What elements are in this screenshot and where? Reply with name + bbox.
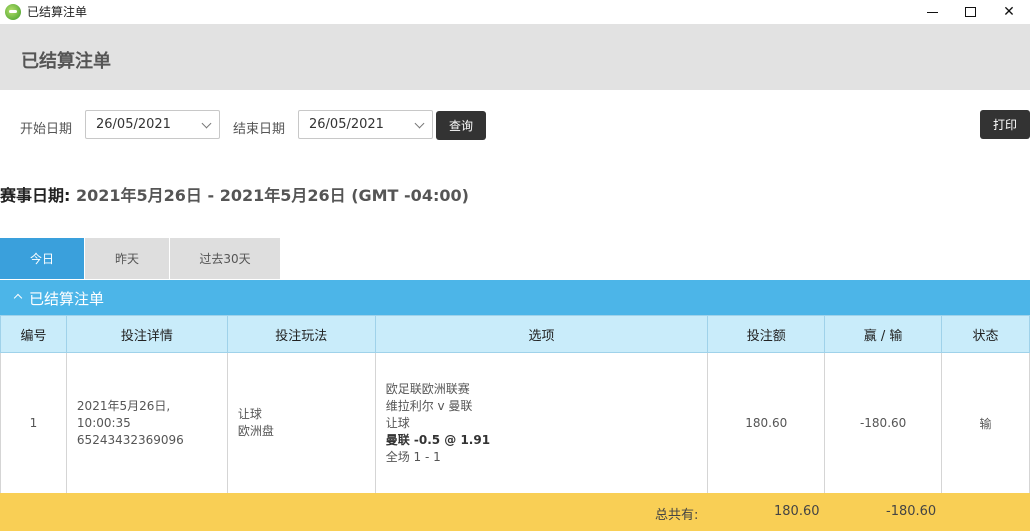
option-league: 欧足联欧洲联赛: [385, 381, 470, 396]
column-header-stake: 投注额: [707, 315, 826, 353]
option-pick: 曼联 -0.5 @ 1.91: [385, 432, 491, 447]
settled-bets-section-header[interactable]: 已结算注单: [0, 280, 1030, 315]
play-type: 让球: [237, 407, 262, 421]
app-icon: [5, 4, 21, 20]
column-header-option: 选项: [374, 315, 709, 353]
cell-win-loss: -180.60: [824, 352, 943, 494]
column-header-win-loss: 赢 / 输: [824, 315, 943, 353]
chevron-down-icon: [201, 118, 212, 129]
column-header-play-type: 投注玩法: [226, 315, 376, 353]
play-market: 欧洲盘: [237, 424, 274, 438]
option-match: 维拉利尔 v 曼联: [385, 398, 473, 413]
maximize-button[interactable]: [950, 0, 990, 24]
window-title: 已结算注单: [27, 5, 88, 19]
column-header-status: 状态: [941, 315, 1030, 353]
option-market: 让球: [385, 415, 410, 430]
column-header-detail: 投注详情: [65, 315, 228, 353]
totals-win-loss: -180.60: [886, 504, 937, 519]
minimize-icon: [926, 11, 938, 13]
bet-reference: 65243432369096: [76, 432, 184, 447]
chevron-down-icon: [414, 118, 425, 129]
minimize-button[interactable]: [912, 0, 952, 24]
end-date-label: 结束日期: [233, 122, 286, 137]
close-icon: ✕: [1003, 4, 1015, 20]
cell-status: 输: [941, 352, 1030, 494]
end-date-value: 26/05/2021: [309, 117, 384, 132]
start-date-select[interactable]: 26/05/2021: [85, 110, 220, 139]
bet-time: 10:00:35: [76, 415, 131, 430]
date-tabs: 今日 昨天 过去30天: [0, 238, 281, 279]
start-date-value: 26/05/2021: [96, 117, 171, 132]
tab-today[interactable]: 今日: [0, 238, 84, 279]
event-date-label: 赛事日期:: [0, 186, 71, 205]
start-date-label: 开始日期: [20, 122, 73, 137]
totals-label: 总共有:: [655, 508, 699, 523]
column-header-id: 编号: [0, 315, 67, 353]
page-header: 已结算注单: [0, 24, 1030, 90]
tab-last-30-days[interactable]: 过去30天: [170, 238, 280, 279]
totals-stake: 180.60: [774, 504, 820, 519]
event-date-value: 2021年5月26日 - 2021年5月26日 (GMT -04:00): [70, 186, 469, 205]
table-header-row: 编号 投注详情 投注玩法 选项 投注额 赢 / 输 状态: [0, 315, 1030, 353]
event-date-range: 赛事日期: 2021年5月26日 - 2021年5月26日 (GMT -04:0…: [0, 182, 469, 206]
print-button[interactable]: 打印: [980, 110, 1030, 139]
table-row: 1 2021年5月26日, 10:00:35 65243432369096 让球…: [0, 352, 1030, 494]
maximize-icon: [964, 7, 976, 17]
window-titlebar: 已结算注单 ✕: [0, 0, 1030, 24]
cell-stake: 180.60: [707, 352, 826, 494]
settled-bets-table: 编号 投注详情 投注玩法 选项 投注额 赢 / 输 状态 1 2021年5月26…: [0, 315, 1030, 494]
section-title: 已结算注单: [29, 290, 105, 308]
cell-play-type: 让球 欧洲盘: [226, 352, 376, 494]
cell-option: 欧足联欧洲联赛 维拉利尔 v 曼联 让球 曼联 -0.5 @ 1.91 全场 1…: [374, 352, 709, 494]
tab-yesterday[interactable]: 昨天: [85, 238, 169, 279]
end-date-select[interactable]: 26/05/2021: [298, 110, 433, 139]
query-button[interactable]: 查询: [436, 111, 486, 140]
totals-bar: 总共有: 180.60 -180.60: [0, 493, 1030, 531]
option-period: 全场 1 - 1: [385, 449, 441, 464]
chevron-up-icon: [13, 293, 23, 303]
bet-date: 2021年5月26日,: [76, 398, 171, 413]
page-title: 已结算注单: [21, 51, 111, 72]
close-button[interactable]: ✕: [989, 0, 1029, 24]
cell-detail: 2021年5月26日, 10:00:35 65243432369096: [65, 352, 228, 494]
cell-id: 1: [0, 352, 67, 494]
